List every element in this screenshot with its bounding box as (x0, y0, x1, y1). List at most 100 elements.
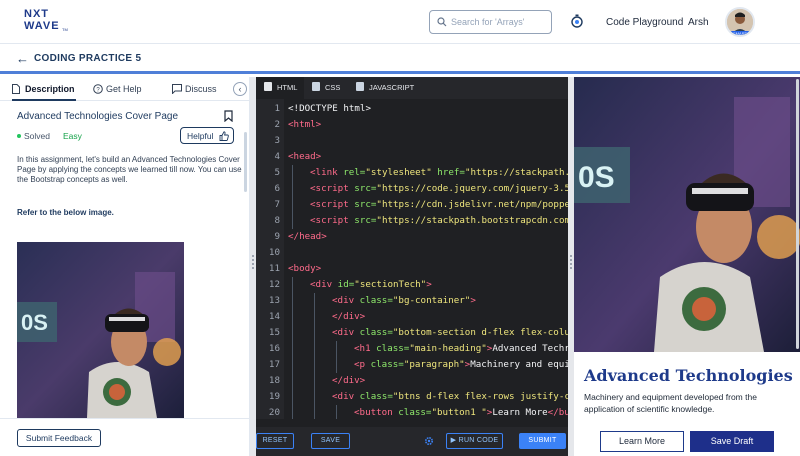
description-scrollbar[interactable] (244, 132, 247, 192)
tab-description[interactable]: Description (12, 77, 76, 101)
line-number: 12 (268, 279, 280, 290)
indent-guide (292, 197, 293, 213)
code-line[interactable]: 7 <script src="https://cdn.jsdelivr.net/n… (256, 197, 568, 213)
code-token: </bu (547, 407, 568, 418)
indent-guide (292, 309, 293, 325)
code-token: id= (337, 279, 355, 290)
code-line[interactable]: 10 (256, 245, 568, 261)
code-token: <h1 (354, 343, 377, 354)
preview-paragraph: Machinery and equipment developed from t… (584, 392, 757, 414)
preview-scrollbar[interactable] (796, 79, 799, 349)
code-token: "bottom-section d-flex flex-colu (392, 327, 568, 338)
save-draft-button[interactable]: Save Draft (690, 431, 774, 452)
indent-guide (292, 165, 293, 181)
code-token: class= (370, 359, 404, 370)
logo-trademark: TM (62, 27, 68, 32)
code-area[interactable]: 1 <!DOCTYPE html> 2 <html> 3 4 <head> 5 <link re… (256, 99, 568, 419)
reference-image: 0S (17, 242, 184, 418)
collapse-panel-icon[interactable]: ‹ (233, 82, 247, 96)
code-line[interactable]: 9 </head> (256, 229, 568, 245)
code-text: <script src="https://stackpath.bootstrap… (310, 213, 568, 229)
code-token: <script (310, 183, 355, 194)
page-title: CODING PRACTICE 5 (34, 53, 142, 64)
code-text: </head> (288, 229, 327, 245)
reset-button[interactable]: RESET (256, 433, 294, 449)
code-line[interactable]: 4 <head> (256, 149, 568, 165)
code-text: <body> (288, 261, 321, 277)
code-token: </div> (332, 311, 366, 322)
code-line[interactable]: 16 <h1 class="main-heading">Advanced Tech… (256, 341, 568, 357)
indent-guide (314, 325, 315, 341)
line-number: 20 (268, 407, 280, 418)
code-line[interactable]: 2 <html> (256, 117, 568, 133)
indent-guide (314, 389, 315, 405)
line-number: 9 (274, 231, 280, 242)
top-navigation: NXT WAVE TM Search for 'Arrays' Code Pla… (0, 0, 800, 44)
nxtwave-logo[interactable]: NXT WAVE TM (24, 9, 72, 35)
submit-button[interactable]: SUBMIT (519, 433, 566, 449)
code-line[interactable]: 6 <script src="https://code.jquery.com/jq… (256, 181, 568, 197)
help-circle-icon: ? (93, 84, 103, 94)
submit-feedback-button[interactable]: Submit Feedback (17, 429, 101, 447)
code-line[interactable]: 19 <div class="btns d-flex flex-rows just… (256, 389, 568, 405)
run-code-button[interactable]: ▶ RUN CODE (446, 433, 503, 449)
code-text: <h1 class="main-heading">Advanced Techr (354, 341, 568, 357)
code-line[interactable]: 1 <!DOCTYPE html> (256, 101, 568, 117)
grip-dots-icon (570, 255, 572, 269)
tab-discuss[interactable]: Discuss (172, 77, 222, 101)
code-line[interactable]: 15 <div class="bottom-section d-flex flex… (256, 325, 568, 341)
code-token: <head> (288, 151, 322, 162)
avatar[interactable]: SMART (725, 7, 755, 37)
tab-css[interactable]: CSS (312, 77, 352, 99)
code-text: </div> (332, 373, 365, 389)
search-input[interactable]: Search for 'Arrays' (429, 10, 552, 34)
panel-tabs: Description ? Get Help Discuss ‹ (0, 77, 249, 101)
code-text: <script src="https://cdn.jsdelivr.net/np… (310, 197, 568, 213)
line-number: 14 (268, 311, 280, 322)
learn-more-button[interactable]: Learn More (600, 431, 684, 452)
code-token: > (426, 279, 432, 290)
code-line[interactable]: 14 </div> (256, 309, 568, 325)
code-token: <script (310, 199, 355, 210)
bookmark-icon[interactable] (224, 110, 233, 122)
tab-javascript[interactable]: JAVASCRIPT (356, 77, 420, 99)
back-arrow-icon[interactable]: ← (16, 52, 29, 65)
user-name[interactable]: Arsh (688, 17, 709, 28)
indent-guide (292, 181, 293, 197)
save-button[interactable]: SAVE (311, 433, 350, 449)
code-line[interactable]: 11 <body> (256, 261, 568, 277)
code-token: src= (354, 199, 377, 210)
tab-description-label: Description (25, 84, 75, 94)
code-line[interactable]: 8 <script src="https://stackpath.bootstra… (256, 213, 568, 229)
gear-icon[interactable] (424, 436, 434, 446)
indent-guide (292, 293, 293, 309)
indent-guide (314, 341, 315, 357)
code-text: <html> (288, 117, 321, 133)
code-line[interactable]: 20 <button class="button1 ">Learn More</b… (256, 405, 568, 419)
solved-status: Solved (24, 131, 50, 141)
code-playground-link[interactable]: Code Playground (606, 17, 683, 28)
svg-text:0S: 0S (578, 161, 615, 194)
code-text: <p class="paragraph">Machinery and equi (354, 357, 568, 373)
tab-html[interactable]: HTML (256, 77, 304, 99)
code-token: src= (354, 215, 377, 226)
line-number: 10 (268, 247, 280, 258)
tab-html-label: HTML (277, 83, 298, 92)
code-line[interactable]: 3 (256, 133, 568, 149)
code-token: Machinery and equi (470, 359, 568, 370)
vr-person-image: 0S (17, 242, 184, 418)
code-token: "https://stackpath. (464, 167, 568, 178)
line-number: 15 (268, 327, 280, 338)
stopwatch-icon[interactable] (570, 14, 584, 28)
question-title: Advanced Technologies Cover Page (17, 111, 179, 122)
code-line[interactable]: 13 <div class="bg-container"> (256, 293, 568, 309)
indent-guide (292, 213, 293, 229)
tab-get-help[interactable]: ? Get Help (93, 77, 151, 101)
editor-actions: RESET SAVE ▶ RUN CODE SUBMIT (256, 427, 568, 456)
code-line[interactable]: 12 <div id="sectionTech"> (256, 277, 568, 293)
code-token: "https://stackpath.bootstrapcdn.com (376, 215, 568, 226)
code-line[interactable]: 17 <p class="paragraph">Machinery and equ… (256, 357, 568, 373)
code-line[interactable]: 18 </div> (256, 373, 568, 389)
code-line[interactable]: 5 <link rel="stylesheet" href="https://st… (256, 165, 568, 181)
helpful-button[interactable]: Helpful (180, 127, 234, 144)
